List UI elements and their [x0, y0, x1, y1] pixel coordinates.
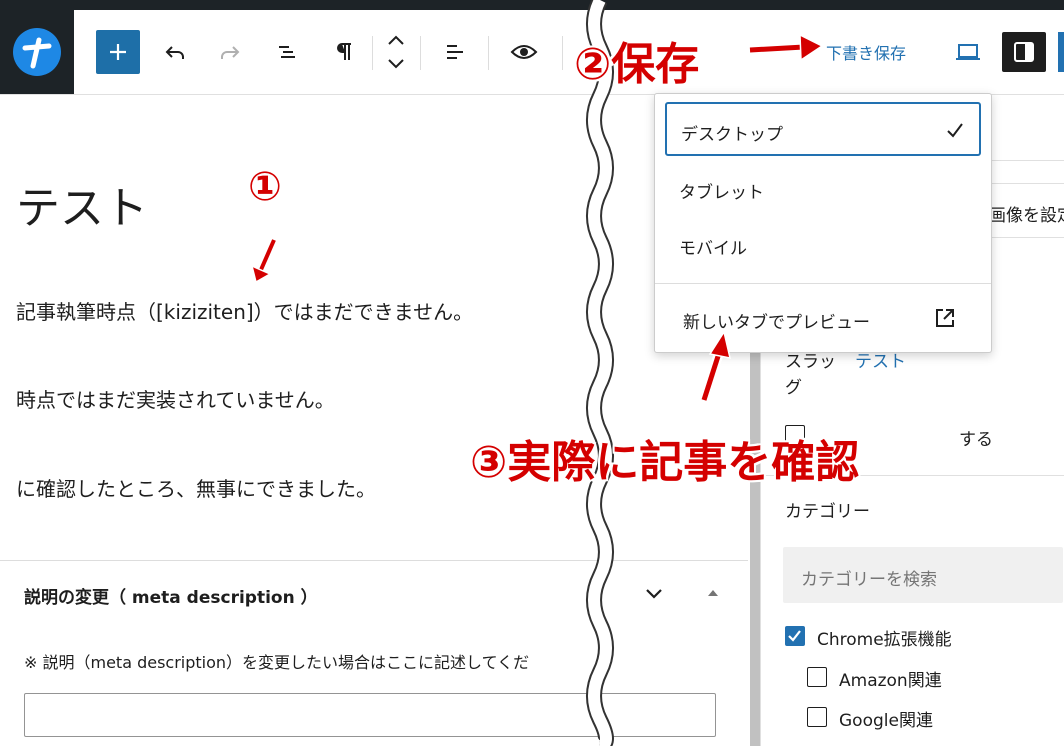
- sticky-label: する: [959, 430, 993, 450]
- chevron-down-icon[interactable]: [642, 581, 666, 609]
- meta-description-note: ※ 説明（meta description）を変更したい場合はここに記述してくだ: [24, 653, 530, 672]
- plus-icon: [110, 44, 126, 60]
- category-checkbox-amazon[interactable]: [807, 667, 827, 687]
- categories-heading: カテゴリー: [785, 502, 870, 522]
- category-search-placeholder: カテゴリーを検索: [801, 570, 937, 590]
- move-up-down-button[interactable]: [376, 30, 416, 74]
- category-label: Amazon関連: [839, 671, 942, 691]
- chevron-up-down-icon: [388, 35, 404, 69]
- arrow-annotation-2: [749, 33, 824, 62]
- settings-sidebar-toggle[interactable]: [1002, 32, 1046, 72]
- preview-button[interactable]: [504, 30, 544, 74]
- add-block-button[interactable]: [96, 30, 140, 74]
- paragraph-button[interactable]: [324, 30, 364, 74]
- category-checkbox-google[interactable]: [807, 707, 827, 727]
- toolbar-separator: [562, 36, 563, 70]
- save-draft-button[interactable]: 下書き保存: [826, 40, 906, 64]
- redo-button[interactable]: [210, 30, 250, 74]
- eye-icon: [510, 45, 538, 59]
- category-checkbox-chrome[interactable]: [785, 626, 805, 646]
- toolbar-separator: [420, 36, 421, 70]
- post-title[interactable]: テスト: [16, 172, 148, 236]
- site-logo-icon: [13, 28, 61, 76]
- undo-icon: [165, 46, 184, 59]
- arrow-annotation-1: [250, 238, 279, 284]
- redo-icon: [221, 46, 240, 59]
- list-view-button[interactable]: [267, 30, 307, 74]
- annotation-step2: ②保存: [574, 39, 700, 90]
- toolbar-separator: [372, 36, 373, 70]
- option-label: デスクトップ: [681, 125, 783, 145]
- wavy-cut-divider: [586, 0, 614, 746]
- paragraph-block[interactable]: 記事執筆時点（[kiziziten]）ではまだできません。: [16, 296, 473, 325]
- device-preview-button[interactable]: [948, 30, 988, 74]
- meta-panel-title: 説明の変更（ meta description ）: [24, 588, 318, 608]
- checkmark-icon: [788, 630, 801, 642]
- category-label: Google関連: [839, 711, 933, 731]
- slug-label-wrap: グ: [785, 378, 802, 398]
- triangle-up-icon[interactable]: [706, 585, 720, 604]
- preview-option-tablet[interactable]: タブレット: [665, 162, 981, 216]
- laptop-icon: [956, 44, 980, 60]
- preview-dropdown-menu: デスクトップ タブレット モバイル 新しいタブでプレビュー: [654, 93, 992, 353]
- featured-image-button[interactable]: 画像を設定: [989, 201, 1064, 226]
- preview-option-mobile[interactable]: モバイル: [665, 218, 981, 272]
- publish-button-edge[interactable]: [1058, 32, 1064, 72]
- site-logo-button[interactable]: [0, 10, 74, 94]
- paragraph-icon: [337, 43, 351, 60]
- undo-button[interactable]: [155, 30, 195, 74]
- paragraph-block[interactable]: 時点ではまだ実装されていません。: [16, 384, 335, 413]
- option-label: タブレット: [679, 183, 764, 203]
- annotation-step1: ①: [248, 164, 282, 210]
- external-link-icon: [936, 309, 954, 327]
- align-button[interactable]: [435, 30, 475, 74]
- preview-option-desktop[interactable]: デスクトップ: [665, 102, 981, 156]
- arrow-annotation-3: [699, 330, 731, 402]
- category-search-input[interactable]: カテゴリーを検索: [783, 547, 1063, 603]
- meta-description-panel: 説明の変更（ meta description ） ※ 説明（meta desc…: [0, 560, 748, 747]
- sidebar-icon: [1014, 42, 1034, 62]
- list-view-icon: [279, 46, 295, 58]
- checkmark-icon: [947, 123, 963, 138]
- editor-toolbar: 下書き保存: [0, 10, 1064, 95]
- annotation-step3: ③実際に記事を確認: [470, 437, 860, 488]
- option-label: モバイル: [679, 239, 747, 259]
- admin-top-strip: [0, 0, 1064, 10]
- category-label: Chrome拡張機能: [817, 630, 952, 650]
- paragraph-block[interactable]: に確認したところ、無事にできました。: [16, 473, 376, 502]
- menu-divider: [655, 283, 991, 284]
- align-left-icon: [447, 45, 463, 59]
- toolbar-separator: [488, 36, 489, 70]
